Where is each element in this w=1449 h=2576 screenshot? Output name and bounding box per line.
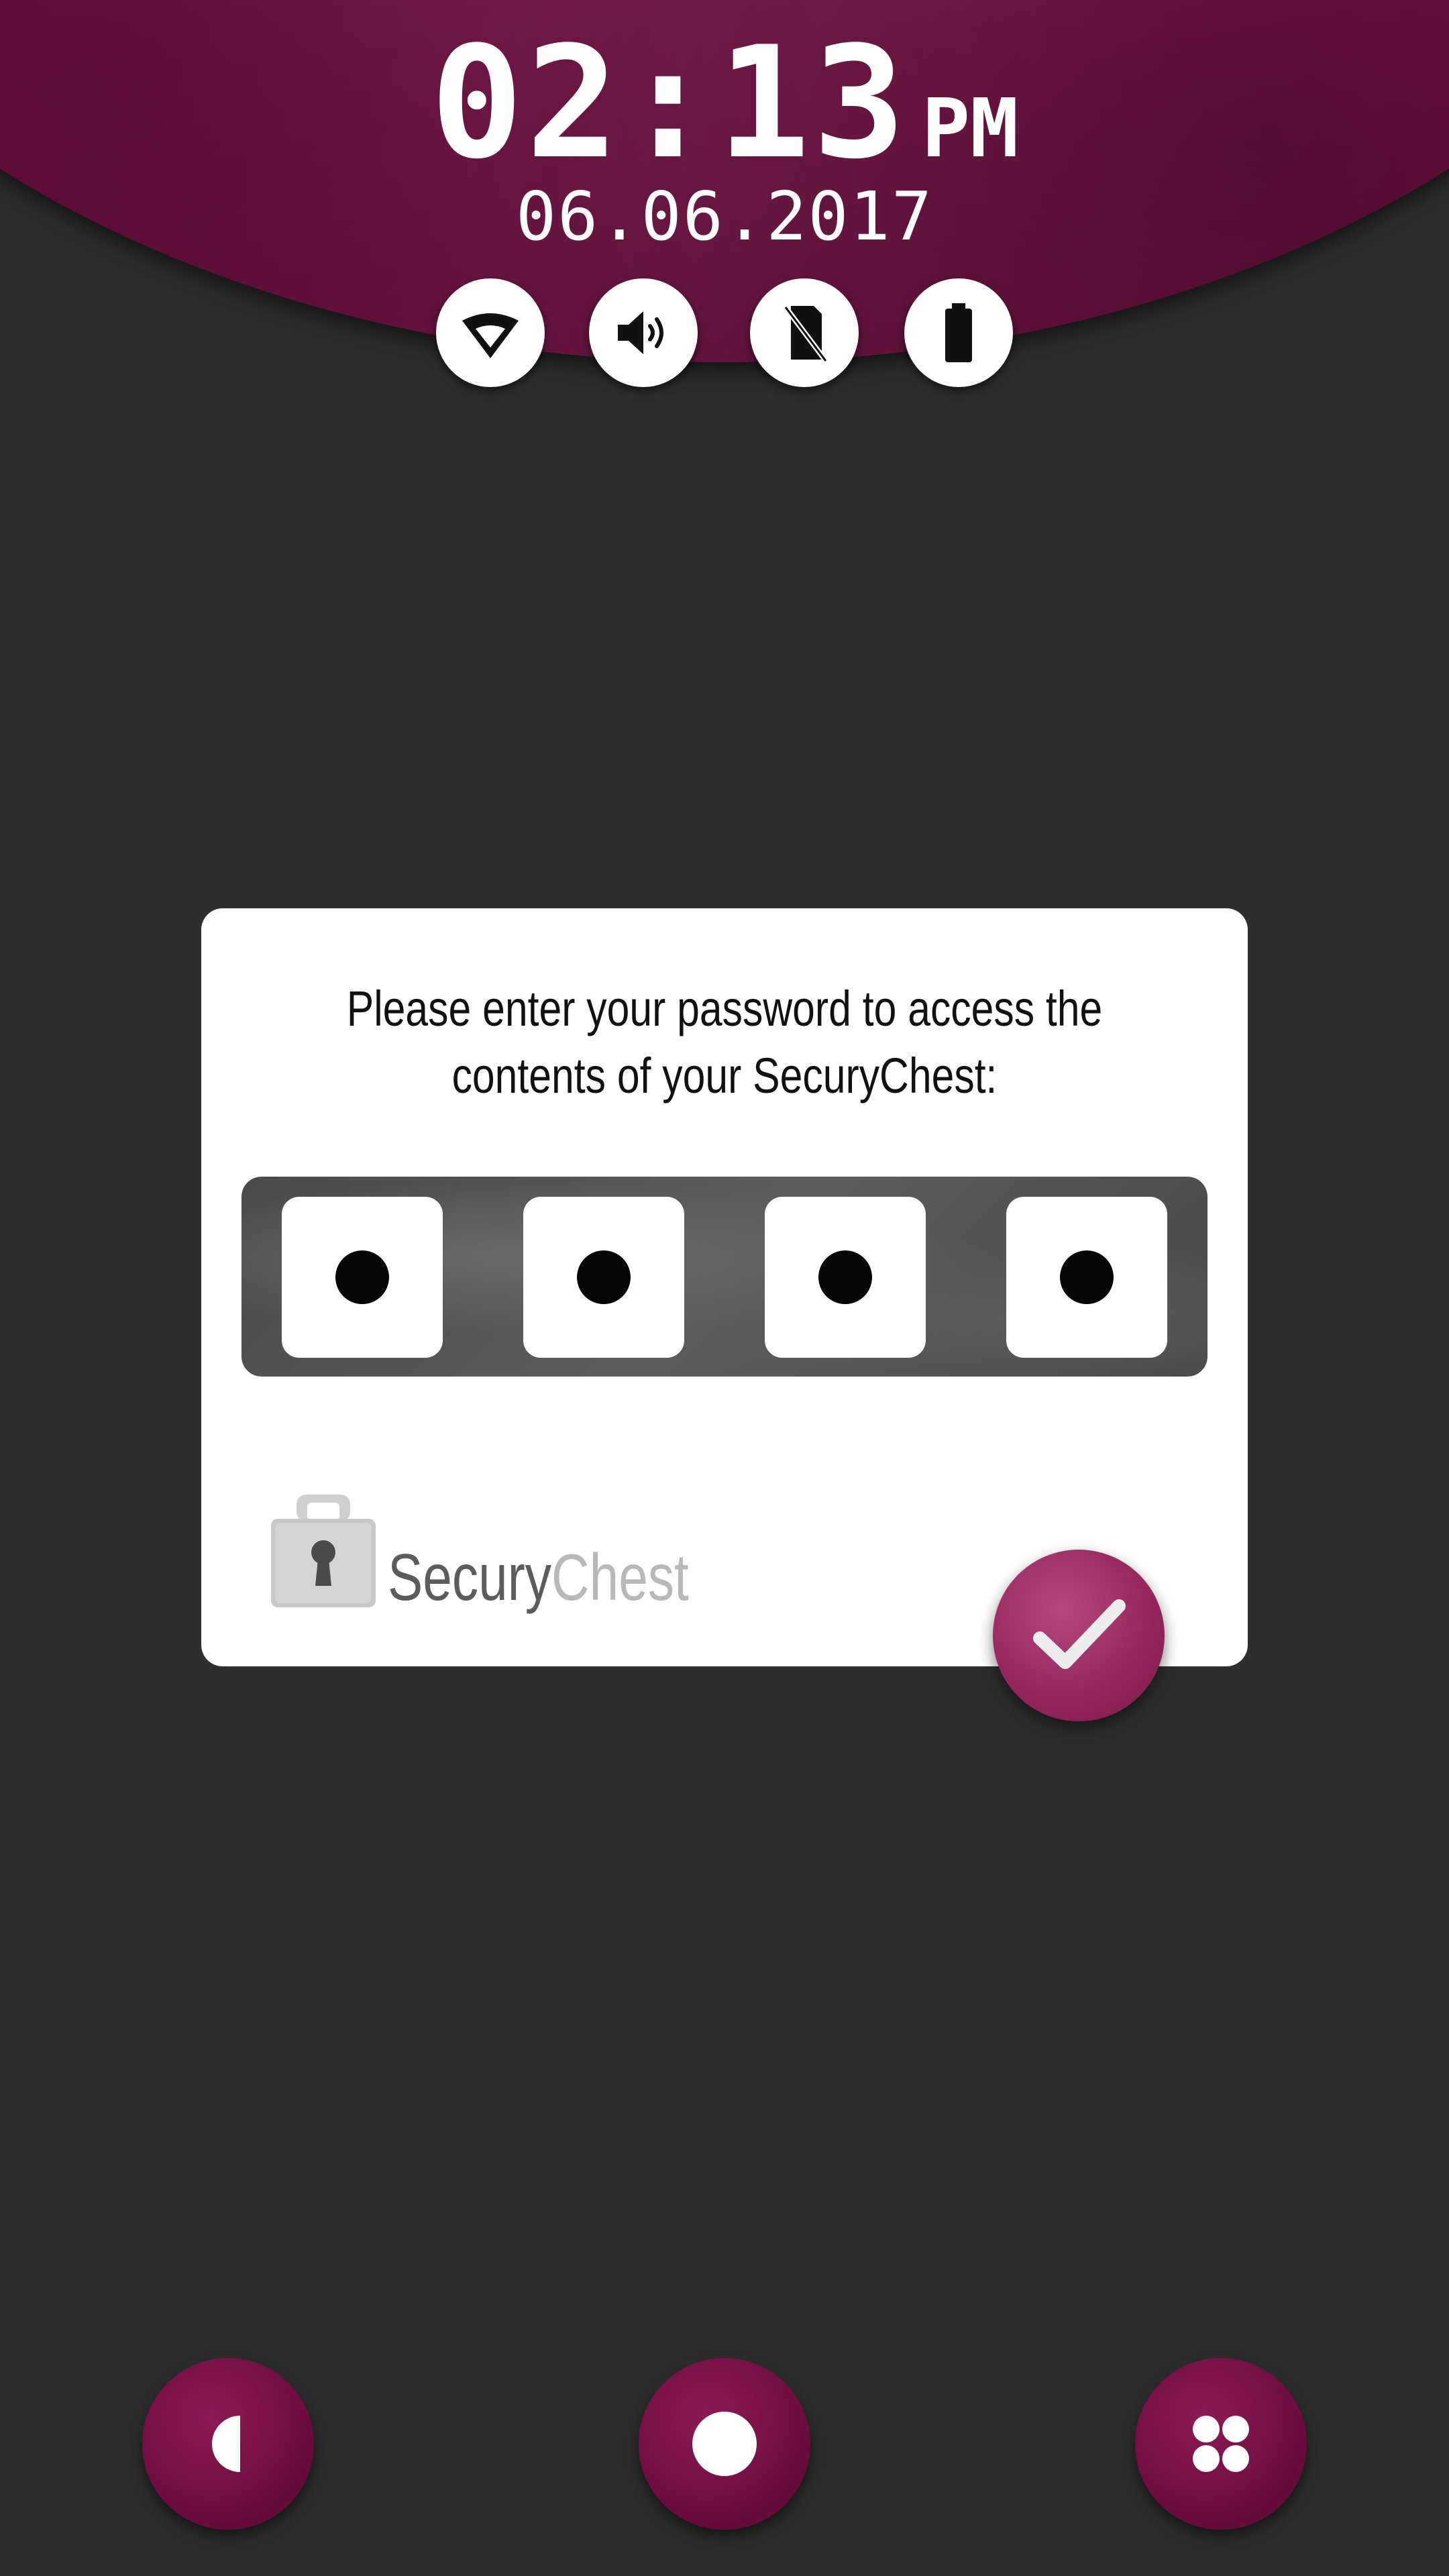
volume-icon[interactable] [589, 278, 698, 387]
pin-entry-panel [241, 1177, 1208, 1377]
pin-dot [818, 1250, 872, 1304]
confirm-button[interactable] [993, 1550, 1165, 1721]
home-icon [692, 2412, 757, 2476]
back-icon [212, 2416, 240, 2472]
nav-apps-button[interactable] [1135, 2358, 1307, 2530]
apps-icon [1193, 2416, 1249, 2472]
nav-back-button[interactable] [142, 2358, 314, 2530]
clock: 02:13 PM [0, 27, 1449, 181]
nav-home-button[interactable] [639, 2358, 810, 2530]
pin-dot [577, 1250, 631, 1304]
brand-name-part2: Chest [551, 1540, 689, 1614]
dialog-message: Please enter your password to access the… [346, 981, 1103, 1104]
status-icons [0, 278, 1449, 389]
battery-icon[interactable] [904, 278, 1013, 387]
no-sim-icon[interactable] [750, 278, 859, 387]
pin-dot [1060, 1250, 1114, 1304]
pin-slot-1[interactable] [282, 1197, 443, 1358]
lock-screen: 02:13 PM 06.06.2017 Please enter your pas… [0, 0, 1449, 2576]
clock-ampm: PM [921, 83, 1019, 176]
lock-icon [271, 1495, 376, 1607]
wifi-icon[interactable] [436, 278, 545, 387]
date: 06.06.2017 [515, 177, 934, 256]
pin-dot [335, 1250, 389, 1304]
check-icon [1033, 1599, 1126, 1669]
brand-name: SecuryChest [388, 1540, 689, 1614]
pin-slot-4[interactable] [1006, 1197, 1167, 1358]
clock-time: 02:13 [430, 14, 908, 193]
pin-slot-3[interactable] [765, 1197, 926, 1358]
brand-name-part1: Secury [388, 1540, 552, 1614]
brand-logo: SecuryChest [268, 1493, 738, 1614]
pin-slot-2[interactable] [523, 1197, 684, 1358]
